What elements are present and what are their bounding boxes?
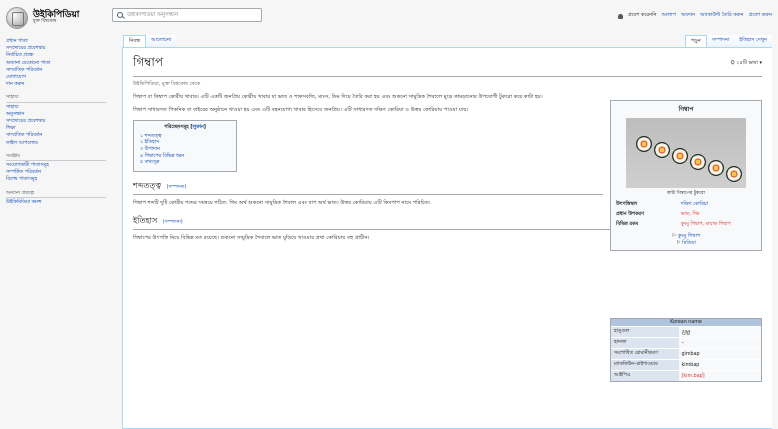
search-box[interactable] [112,8,262,22]
section-edit-link[interactable]: [সম্পাদনা] [163,220,183,225]
sidebar-item[interactable]: সম্প্রদায়ের প্রবেশদ্বার [6,118,106,125]
section-edit-link[interactable]: [সম্পাদনা] [167,185,187,190]
intro-paragraph-1: গিম্বাপ বা কিম্বাপ কোরীয় খাবার। এটি একট… [133,94,543,100]
infobox-table: উৎপত্তিস্থল দক্ষিণ কোরিয়া প্রধান উপকরণ … [614,200,758,230]
site-tagline: উইকিপিডিয়া, মুক্ত বিশ্বকোষ থেকে [133,81,201,87]
etymology-paragraph: গিম্বাপ শব্দটি দুটি কোরীয় শব্দের সমন্বয… [133,199,431,206]
article-content: গিম্বাপ ⛭ ২৫টি ভাষা ▾ উইকিপিডিয়া, মুক্ত… [122,47,772,429]
user-icon [617,13,623,19]
language-button[interactable]: ⛭ ২৫টি ভাষা ▾ [731,60,762,68]
infobox-value-link[interactable]: কুংমু গিম্বাপ, মায়াক গিম্বাপ [681,222,731,227]
personal-tools: প্রবেশ করেননি আলাপ অবদান অ্যাকাউন্ট তৈরি… [617,12,772,20]
sidebar-item[interactable]: ফাইল আপলোড [6,140,106,147]
toc-heading: পরিচ্ছেদসমূহ [লুকান] [164,125,206,131]
korean-row: ম্যাককিউন–রাইশাওয়ার kimbap [611,359,761,371]
search-icon[interactable] [117,12,123,18]
infobox-row: উৎপত্তিস্থল দক্ষিণ কোরিয়া [616,202,708,207]
sidebar-item[interactable]: প্রধান পাতা [6,38,106,45]
korean-row: আইপিএ [kim.bap̚] [611,370,761,381]
not-logged-in: প্রবেশ করেননি [627,12,657,18]
sidebar-heading: অন্যান্য প্রকল্পে [6,190,106,198]
toc-toggle[interactable]: লুকান [193,125,204,130]
create-account-link[interactable]: অ্যাকাউন্ট তৈরি করুন [700,12,743,20]
sidebar-item[interactable]: সম্পর্কিত পরিবর্তন [6,169,106,176]
korean-name-heading: Korean name [611,319,761,326]
sidebar-heading: সরঞ্জাম [6,153,106,162]
sidebar-item[interactable]: দান করুন [6,81,106,88]
search-input[interactable] [127,12,247,18]
toc-item[interactable]: ২ ইতিহাস [140,140,230,147]
infobox-title: গিম্বাপ [678,106,694,113]
sidebar-item[interactable]: সাহায্য [6,104,106,111]
korean-name-box: Korean name হাঙ্গুল 김밥 হানজা – সংশোধিত রোম… [610,318,762,382]
wikipedia-logo[interactable]: উইকিপিডিয়া মুক্ত বিশ্বকোষ [6,6,106,30]
infobox-related: ⚐ কুংমু গিম্বাপ ⚐ মিডিয়া [614,233,758,247]
toc-item[interactable]: ৩ উপাদান [140,147,230,154]
related-link[interactable]: ⚐ মিডিয়া [614,240,758,247]
sidebar-group-help: সাহায্য সাহায্য অনুসন্ধান সম্প্রদায়ের প… [6,94,106,146]
sidebar-item[interactable]: অজানা যেকোনো পাতা [6,60,106,67]
table-of-contents: পরিচ্ছেদসমূহ [লুকান] ১ শব্দতত্ত্ব ২ ইতিহ… [133,120,237,172]
photo-caption: কাটা গিম্বাপের টুকরো [667,191,705,196]
sidebar-item[interactable]: নির্বাচিত প্রবন্ধ [6,52,106,59]
sidebar-group-other-projects: অন্যান্য প্রকল্পে উইকিমিডিয়া কমন্স [6,190,106,206]
sidebar-item[interactable]: শিক্ষা [6,125,106,132]
toc-item[interactable]: ৫ তথ্যসূত্র [140,160,230,167]
sidebar-heading: সাহায্য [6,94,106,103]
korean-row: হাঙ্গুল 김밥 [611,326,761,338]
sidebar: প্রধান পাতা সম্প্রদায়ের প্রবেশদ্বার নির… [6,38,106,212]
sidebar-item[interactable]: উইকিমিডিয়া কমন্স [6,199,106,206]
page-title: গিম্বাপ ⛭ ২৫টি ভাষা ▾ [133,54,762,77]
contributions-link[interactable]: অবদান [681,12,695,20]
infobox-value-link[interactable]: ভাত, গিম [681,212,700,217]
section-heading-etymology: শব্দতত্ত্ব [সম্পাদনা] [133,180,603,195]
sidebar-group-tools: সরঞ্জাম সংযোগকারী পাতাসমূহ সম্পর্কিত পরি… [6,153,106,184]
login-link[interactable]: প্রবেশ করুন [749,12,772,20]
sidebar-item[interactable]: অনুসন্ধান [6,111,106,118]
infobox-row: প্রধান উপকরণ ভাত, গিম [616,212,700,217]
infobox-row: বিভিন্ন রকম কুংমু গিম্বাপ, মায়াক গিম্বা… [616,222,731,227]
korean-name-table: হাঙ্গুল 김밥 হানজা – সংশোধিত রোমানীকরণ gimbap… [611,326,761,381]
sidebar-group-navigation: প্রধান পাতা সম্প্রদায়ের প্রবেশদ্বার নির… [6,38,106,88]
intro-paragraph-2: গিম্বাপ সাধারণত পিকনিক বা বাইরের অনুষ্ঠা… [133,106,469,113]
infobox: গিম্বাপ কাটা গিম্বাপের টুকরো উৎপত্তিস্থল… [610,100,762,251]
gimbap-photo[interactable] [626,118,746,188]
sidebar-item[interactable]: সম্প্রদায়ের প্রবেশদ্বার [6,45,106,52]
sidebar-item[interactable]: যোগাযোগ [6,74,106,81]
sidebar-item[interactable]: সাম্প্রতিক পরিবর্তন [6,67,106,74]
infobox-value-link[interactable]: দক্ষিণ কোরিয়া [681,202,708,207]
sidebar-item[interactable]: সংযোগকারী পাতাসমূহ [6,162,106,169]
korean-row: সংশোধিত রোমানীকরণ gimbap [611,348,761,360]
logo-subtitle: মুক্ত বিশ্বকোষ [33,19,57,25]
globe-icon [6,7,28,29]
sidebar-item[interactable]: সাম্প্রতিক পরিবর্তন [6,132,106,139]
talk-link[interactable]: আলাপ [662,12,676,20]
related-link[interactable]: ⚐ কুংমু গিম্বাপ [614,233,758,240]
sidebar-item[interactable]: বিশেষ পাতাসমূহ [6,176,106,183]
korean-row: হানজা – [611,337,761,349]
